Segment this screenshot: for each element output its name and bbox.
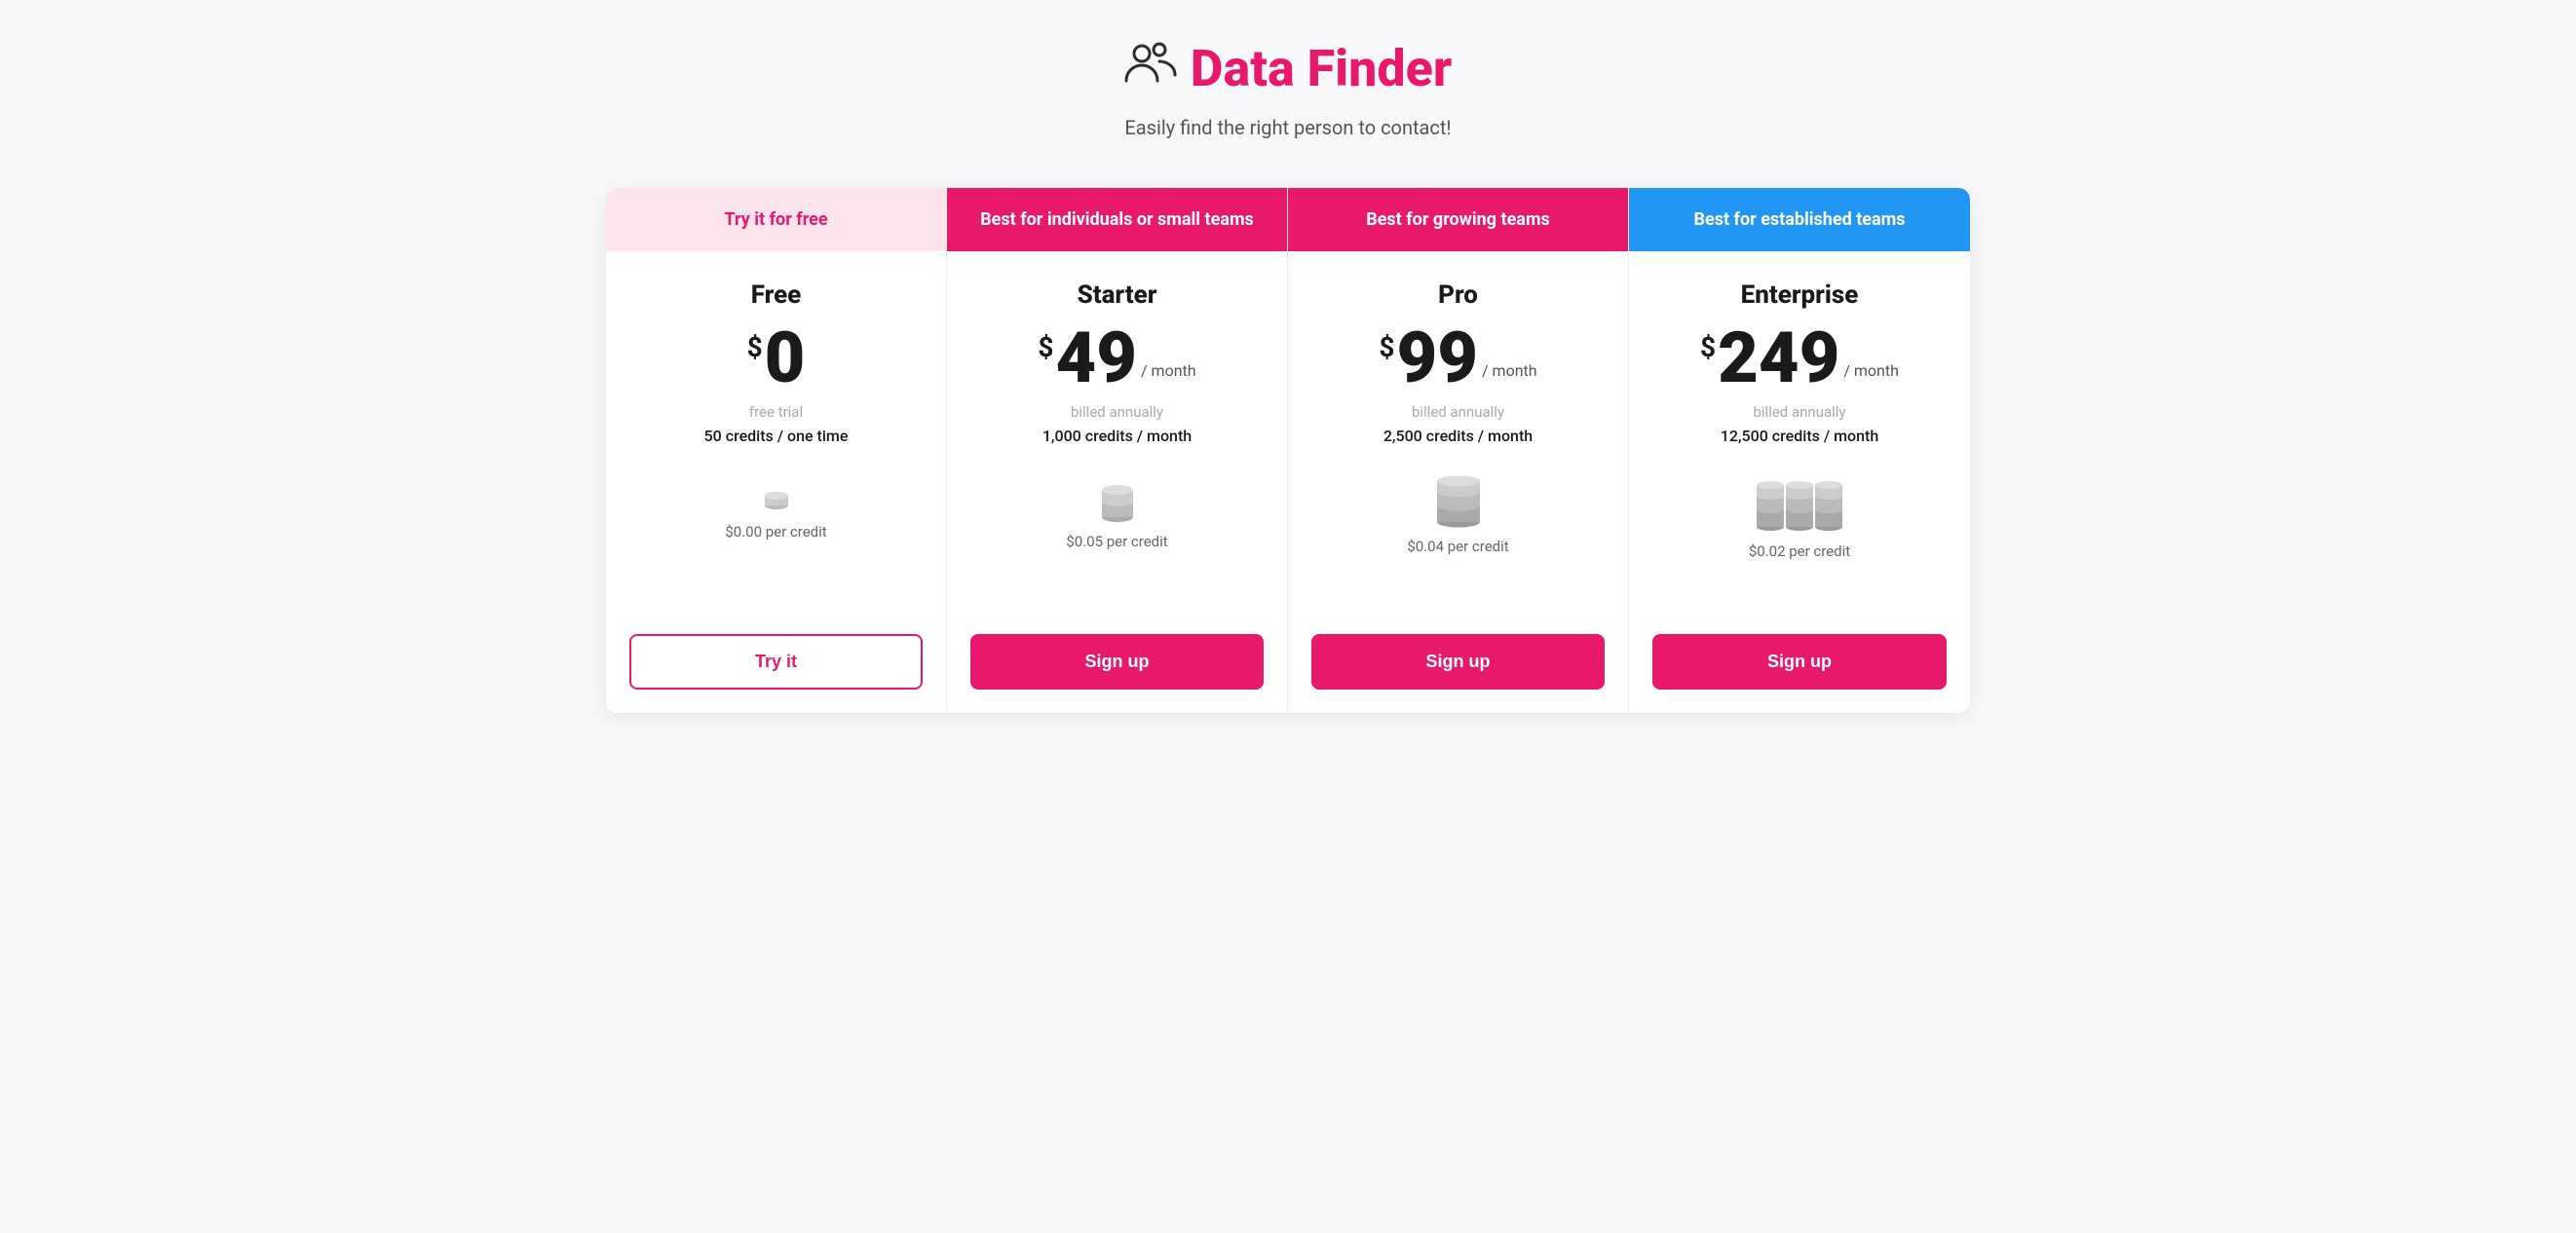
plan-credits-free: 50 credits / one time <box>704 427 849 445</box>
plan-footer-pro: Sign up <box>1288 618 1628 713</box>
coin-icon-enterprise <box>1736 474 1863 533</box>
plan-badge-enterprise: Best for established teams <box>1629 188 1970 251</box>
price-row-free: $ 0 <box>747 323 806 393</box>
coin-icon-free <box>757 474 796 513</box>
page-subtitle: Easily find the right person to contact! <box>19 116 2557 139</box>
plan-body-pro: Pro $ 99 / month billed annually 2,500 c… <box>1288 251 1628 618</box>
plan-name-enterprise: Enterprise <box>1741 280 1859 310</box>
price-amount-enterprise: 249 <box>1718 323 1839 393</box>
plan-card-enterprise: Best for established teams Enterprise $ … <box>1629 188 1970 713</box>
price-row-pro: $ 99 / month <box>1379 323 1536 393</box>
plan-card-starter: Best for individuals or small teams Star… <box>947 188 1288 713</box>
price-period-starter: / month <box>1141 361 1196 393</box>
logo-icon <box>1124 40 1179 98</box>
plan-card-pro: Best for growing teams Pro $ 99 / month … <box>1288 188 1629 713</box>
logo-container: Data Finder <box>19 39 2557 98</box>
cta-button-pro[interactable]: Sign up <box>1311 634 1605 690</box>
price-row-starter: $ 49 / month <box>1038 323 1195 393</box>
plan-credits-enterprise: 12,500 credits / month <box>1721 427 1878 445</box>
per-credit-free: $0.00 per credit <box>725 523 826 541</box>
price-period-enterprise: / month <box>1843 361 1899 393</box>
price-dollar-pro: $ <box>1379 331 1394 363</box>
page-title: Data Finder <box>1191 39 1452 98</box>
plan-footer-free: Try it <box>606 618 946 713</box>
plan-badge-pro: Best for growing teams <box>1288 188 1628 251</box>
per-credit-starter: $0.05 per credit <box>1066 533 1167 550</box>
cta-button-starter[interactable]: Sign up <box>970 634 1264 690</box>
plan-footer-starter: Sign up <box>947 618 1287 713</box>
plan-name-free: Free <box>751 280 802 310</box>
per-credit-enterprise: $0.02 per credit <box>1749 542 1850 560</box>
price-dollar-starter: $ <box>1038 331 1053 363</box>
plan-name-pro: Pro <box>1438 280 1478 310</box>
coin-icon-starter <box>1088 474 1147 523</box>
price-dollar-enterprise: $ <box>1700 331 1716 363</box>
pricing-grid: Try it for free Free $ 0 free trial 50 c… <box>606 188 1970 713</box>
plan-name-starter: Starter <box>1078 280 1157 310</box>
page-header: Data Finder Easily find the right person… <box>19 39 2557 139</box>
cta-button-free[interactable]: Try it <box>629 634 923 690</box>
plan-body-starter: Starter $ 49 / month billed annually 1,0… <box>947 251 1287 618</box>
plan-credits-starter: 1,000 credits / month <box>1042 427 1192 445</box>
plan-billing-free: free trial <box>749 403 803 421</box>
price-period-pro: / month <box>1482 361 1537 393</box>
plan-body-enterprise: Enterprise $ 249 / month billed annually… <box>1629 251 1970 618</box>
plan-credits-pro: 2,500 credits / month <box>1383 427 1533 445</box>
plan-body-free: Free $ 0 free trial 50 credits / one tim… <box>606 251 946 618</box>
plan-footer-enterprise: Sign up <box>1629 618 1970 713</box>
coin-icon-pro <box>1420 474 1497 528</box>
plan-billing-pro: billed annually <box>1412 403 1504 421</box>
plan-badge-free: Try it for free <box>606 188 946 251</box>
per-credit-pro: $0.04 per credit <box>1407 538 1508 555</box>
price-amount-starter: 49 <box>1056 323 1137 393</box>
plan-card-free: Try it for free Free $ 0 free trial 50 c… <box>606 188 947 713</box>
price-amount-free: 0 <box>765 323 806 393</box>
plan-billing-starter: billed annually <box>1071 403 1163 421</box>
plan-badge-starter: Best for individuals or small teams <box>947 188 1287 251</box>
price-amount-pro: 99 <box>1397 323 1478 393</box>
price-dollar-free: $ <box>747 331 763 363</box>
price-row-enterprise: $ 249 / month <box>1700 323 1899 393</box>
cta-button-enterprise[interactable]: Sign up <box>1652 634 1947 690</box>
plan-billing-enterprise: billed annually <box>1753 403 1845 421</box>
